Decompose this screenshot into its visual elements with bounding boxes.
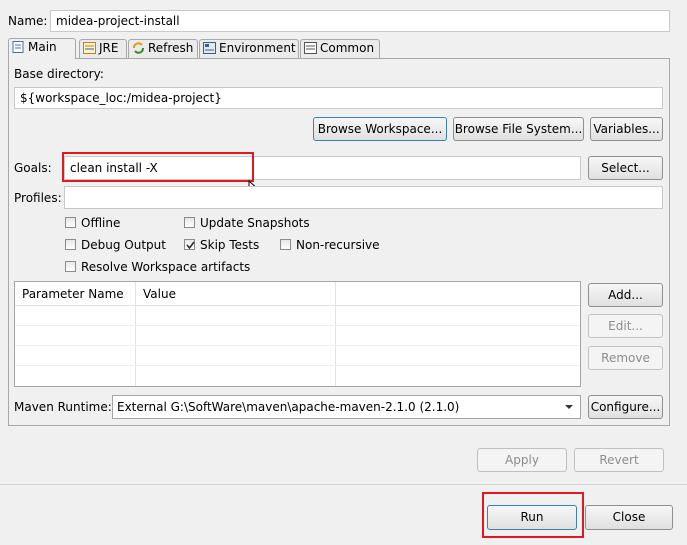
maven-runtime-select[interactable]: External G:\SoftWare\maven\apache-maven-… — [112, 395, 581, 419]
apply-button[interactable]: Apply — [477, 448, 567, 472]
tab-common[interactable]: Common — [300, 39, 380, 58]
browse-workspace-button[interactable]: Browse Workspace... — [313, 117, 447, 141]
value-column-header[interactable]: Value — [143, 286, 176, 302]
environment-icon — [203, 42, 216, 54]
add-parameter-button[interactable]: Add... — [588, 283, 663, 307]
offline-label: Offline — [81, 216, 121, 230]
maven-runtime-label: Maven Runtime: — [14, 400, 112, 414]
tab-label: Environment — [219, 41, 296, 55]
tab-label: Common — [320, 41, 375, 55]
common-icon — [304, 42, 317, 54]
tab-environment[interactable]: Environment — [199, 39, 299, 58]
update-snapshots-checkbox[interactable] — [184, 217, 195, 228]
debug-output-label: Debug Output — [81, 238, 166, 252]
remove-parameter-button[interactable]: Remove — [588, 346, 663, 370]
parameter-name-column-header[interactable]: Parameter Name — [22, 286, 124, 302]
tab-label: Main — [28, 40, 57, 54]
run-highlight — [482, 492, 584, 538]
main-tab-icon — [12, 41, 25, 53]
non-recursive-checkbox[interactable] — [280, 239, 291, 250]
variables-button[interactable]: Variables... — [590, 117, 663, 141]
skip-tests-label: Skip Tests — [200, 238, 260, 252]
resolve-workspace-label: Resolve Workspace artifacts — [81, 260, 251, 274]
browse-file-system-button[interactable]: Browse File System... — [453, 117, 584, 141]
name-label: Name: — [8, 14, 48, 28]
chevron-down-icon — [564, 401, 574, 415]
update-snapshots-label: Update Snapshots — [200, 216, 310, 230]
parameters-table[interactable]: Parameter Name Value — [14, 281, 581, 387]
skip-tests-checkbox[interactable] — [184, 239, 195, 250]
jre-icon — [83, 42, 96, 54]
base-directory-input[interactable]: ${workspace_loc:/midea-project} — [14, 87, 663, 109]
checkmark-icon — [186, 241, 195, 250]
tab-jre[interactable]: JRE — [79, 39, 127, 58]
revert-button[interactable]: Revert — [574, 448, 664, 472]
offline-checkbox[interactable] — [65, 217, 76, 228]
close-button[interactable]: Close — [585, 505, 673, 530]
tab-label: JRE — [99, 41, 119, 55]
name-input[interactable]: midea-project-install — [50, 10, 670, 32]
tab-main[interactable]: Main — [8, 38, 76, 59]
goals-highlight — [62, 152, 254, 182]
debug-output-checkbox[interactable] — [65, 239, 76, 250]
edit-parameter-button[interactable]: Edit... — [588, 314, 663, 338]
maven-runtime-value: External G:\SoftWare\maven\apache-maven-… — [117, 400, 460, 414]
resolve-workspace-checkbox[interactable] — [65, 261, 76, 272]
tab-label: Refresh — [148, 41, 194, 55]
goals-label: Goals: — [14, 161, 52, 175]
configure-button[interactable]: Configure... — [588, 395, 663, 419]
non-recursive-label: Non-recursive — [296, 238, 380, 252]
refresh-icon — [132, 42, 145, 54]
select-goals-button[interactable]: Select... — [588, 156, 663, 180]
profiles-input[interactable] — [64, 186, 663, 209]
profiles-label: Profiles: — [14, 191, 62, 205]
footer-separator — [0, 484, 687, 485]
tab-refresh[interactable]: Refresh — [128, 39, 198, 58]
base-directory-label: Base directory: — [14, 67, 104, 81]
